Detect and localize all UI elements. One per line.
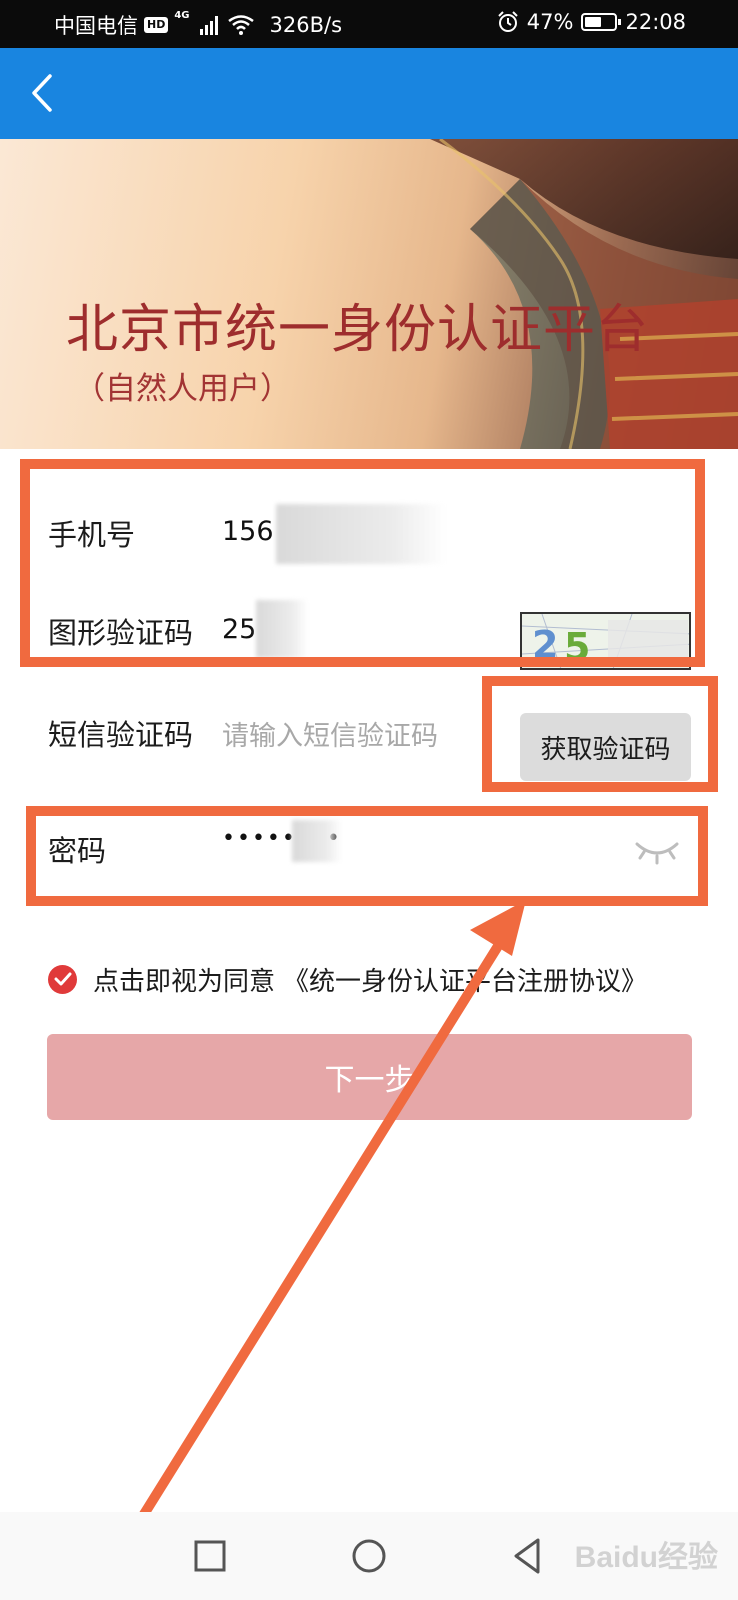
captcha-digit-1: 2 (532, 623, 558, 667)
app-header (0, 48, 738, 139)
baidu-watermark: Baidu经验 (574, 1541, 718, 1574)
status-bar: 中国电信 HD 4G 326B/s 47% 22:08 (0, 0, 738, 48)
back-arrow-icon[interactable] (20, 68, 70, 118)
agreement-link[interactable]: 《统一身份认证平台注册协议》 (283, 961, 647, 998)
redacted-blur (256, 600, 308, 658)
captcha-digit-2: 5 (564, 625, 590, 669)
platform-subtitle: （自然人用户） (74, 371, 291, 407)
get-code-button[interactable]: 获取验证码 (520, 713, 691, 781)
banner: 北京市统一身份认证平台 （自然人用户） (0, 139, 738, 449)
password-row: 密码 •••••••• (0, 800, 738, 898)
signal-icon (199, 15, 218, 35)
sms-code-label: 短信验证码 (48, 718, 194, 752)
wifi-icon (227, 15, 254, 35)
phone-input[interactable]: 156 (222, 516, 274, 547)
alarm-icon (498, 11, 518, 32)
redacted-blur (276, 504, 446, 564)
next-button[interactable]: 下一步 (47, 1034, 692, 1120)
back-triangle-icon[interactable] (504, 1532, 552, 1580)
phone-row: 手机号 156 (0, 484, 738, 582)
image-captcha-input[interactable]: 25 (222, 614, 256, 645)
hd-badge: HD (144, 17, 169, 33)
network-type: 4G (174, 10, 190, 21)
phone-label: 手机号 (48, 518, 136, 552)
recents-square-icon[interactable] (186, 1532, 234, 1580)
battery-percent: 47% (526, 10, 574, 34)
home-circle-icon[interactable] (345, 1532, 393, 1580)
status-right: 47% 22:08 (497, 10, 686, 34)
battery-icon (581, 13, 622, 31)
agreement-checkbox[interactable] (48, 964, 77, 994)
agreement-row: 点击即视为同意 《统一身份认证平台注册协议》 (48, 961, 647, 998)
agreement-text: 点击即视为同意 (93, 966, 276, 997)
network-speed: 326B/s (269, 13, 343, 37)
image-captcha-label: 图形验证码 (48, 616, 194, 650)
clock: 22:08 (625, 10, 686, 34)
check-icon (54, 972, 71, 986)
carrier-name: 中国电信 (54, 14, 138, 38)
sms-code-input[interactable]: 请输入短信验证码 (222, 714, 438, 753)
captcha-blur (608, 620, 688, 666)
system-nav-bar: Baidu经验 (0, 1512, 738, 1600)
captcha-image[interactable]: 2 5 (520, 612, 691, 670)
eye-closed-icon[interactable] (634, 836, 680, 866)
redacted-blur (292, 820, 342, 862)
password-label: 密码 (48, 834, 107, 868)
status-left: 中国电信 HD 4G 326B/s (54, 10, 342, 40)
platform-title: 北京市统一身份认证平台 (66, 300, 650, 360)
